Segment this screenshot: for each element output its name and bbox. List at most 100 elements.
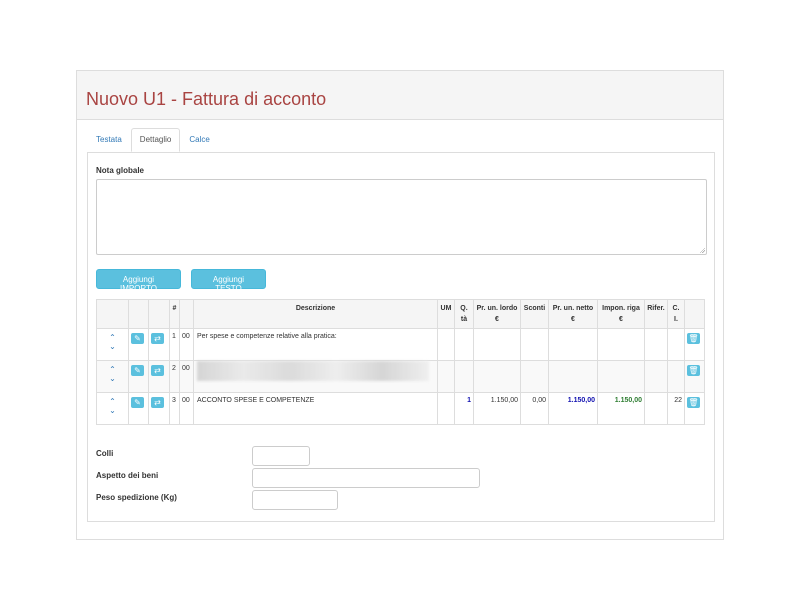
add-importo-button[interactable]: Aggiungi IMPORTO bbox=[96, 269, 181, 293]
row-rifer bbox=[644, 328, 668, 361]
tab-bar: Testata Dettaglio Calce bbox=[87, 128, 219, 152]
row-descrizione: ACCONTO SPESE E COMPETENZE bbox=[193, 392, 438, 425]
table-row: ⌃ ⌄ ✎ ⇄ 1 00 Per spese e competenze rela… bbox=[96, 328, 705, 361]
col-header-pr-lordo: Pr. un. lordo € bbox=[473, 299, 521, 329]
delete-cell: 🗑 bbox=[684, 360, 705, 393]
col-header-pr-netto: Pr. un. netto € bbox=[548, 299, 598, 329]
nota-globale-textarea[interactable] bbox=[96, 179, 707, 255]
chevron-down-icon[interactable]: ⌄ bbox=[99, 406, 126, 415]
row-ci: 22 bbox=[667, 392, 685, 425]
row-qta bbox=[454, 328, 474, 361]
col-header-rifer: Rifer. bbox=[644, 299, 668, 329]
delete-cell: 🗑 bbox=[684, 328, 705, 361]
shuffle-icon[interactable]: ⇄ bbox=[151, 397, 164, 408]
peso-spedizione-label: Peso spedizione (Kg) bbox=[96, 493, 177, 502]
aspetto-beni-input[interactable] bbox=[252, 468, 480, 488]
chevron-down-icon[interactable]: ⌄ bbox=[99, 374, 126, 383]
nota-globale-label: Nota globale bbox=[96, 166, 145, 175]
row-code: 00 bbox=[179, 328, 194, 361]
row-pr-lordo bbox=[473, 328, 521, 361]
shuffle-cell: ⇄ bbox=[148, 392, 170, 425]
edit-cell: ✎ bbox=[128, 392, 149, 425]
page-title: Nuovo U1 - Fattura di acconto bbox=[86, 89, 327, 109]
table-header-row: # Descrizione UM Q. tà Pr. un. lordo € S… bbox=[96, 299, 705, 329]
row-code: 00 bbox=[179, 360, 194, 393]
trash-icon[interactable]: 🗑 bbox=[687, 365, 700, 376]
row-sconti bbox=[520, 360, 549, 393]
col-header-impon: Impon. riga € bbox=[597, 299, 645, 329]
chevron-down-icon[interactable]: ⌄ bbox=[99, 342, 126, 351]
col-header-move bbox=[96, 299, 129, 329]
invoice-panel: Nuovo U1 - Fattura di acconto Testata De… bbox=[76, 70, 724, 540]
col-header-qta: Q. tà bbox=[454, 299, 474, 329]
row-pr-lordo bbox=[473, 360, 521, 393]
tab-testata[interactable]: Testata bbox=[87, 128, 131, 152]
row-descrizione: Per spese e competenze relative alla pra… bbox=[193, 328, 438, 361]
shuffle-icon[interactable]: ⇄ bbox=[151, 365, 164, 376]
row-descrizione-redacted bbox=[193, 360, 438, 393]
move-cell: ⌃ ⌄ bbox=[96, 328, 129, 361]
col-header-shuffle bbox=[148, 299, 170, 329]
row-um bbox=[437, 328, 455, 361]
delete-cell: 🗑 bbox=[684, 392, 705, 425]
move-cell: ⌃ ⌄ bbox=[96, 392, 129, 425]
detail-table: # Descrizione UM Q. tà Pr. un. lordo € S… bbox=[96, 299, 705, 425]
col-header-num: # bbox=[169, 299, 180, 329]
move-cell: ⌃ ⌄ bbox=[96, 360, 129, 393]
row-qta: 1 bbox=[454, 392, 474, 425]
row-rifer bbox=[644, 392, 668, 425]
peso-spedizione-input[interactable] bbox=[252, 490, 338, 510]
row-impon bbox=[597, 328, 645, 361]
chevron-up-icon[interactable]: ⌃ bbox=[99, 333, 126, 342]
colli-input[interactable] bbox=[252, 446, 310, 466]
row-sconti: 0,00 bbox=[520, 392, 549, 425]
tab-content-dettaglio: Nota globale Aggiungi IMPORTO Aggiungi T… bbox=[87, 152, 715, 522]
row-pr-netto bbox=[548, 328, 598, 361]
edit-icon[interactable]: ✎ bbox=[131, 365, 144, 376]
trash-icon[interactable]: 🗑 bbox=[687, 397, 700, 408]
row-pr-netto: 1.150,00 bbox=[548, 392, 598, 425]
row-um bbox=[437, 392, 455, 425]
row-um bbox=[437, 360, 455, 393]
shuffle-cell: ⇄ bbox=[148, 328, 170, 361]
table-row: ⌃ ⌄ ✎ ⇄ 3 00 ACCONTO SPESE E COMPETENZE … bbox=[96, 392, 705, 425]
row-num: 2 bbox=[169, 360, 180, 393]
shuffle-icon[interactable]: ⇄ bbox=[151, 333, 164, 344]
trash-icon[interactable]: 🗑 bbox=[687, 333, 700, 344]
col-header-code bbox=[179, 299, 194, 329]
col-header-edit bbox=[128, 299, 149, 329]
col-header-um: UM bbox=[437, 299, 455, 329]
row-qta bbox=[454, 360, 474, 393]
chevron-up-icon[interactable]: ⌃ bbox=[99, 365, 126, 374]
row-ci bbox=[667, 360, 685, 393]
row-num: 1 bbox=[169, 328, 180, 361]
table-row: ⌃ ⌄ ✎ ⇄ 2 00 🗑 bbox=[96, 360, 705, 393]
aspetto-beni-label: Aspetto dei beni bbox=[96, 471, 159, 480]
chevron-up-icon[interactable]: ⌃ bbox=[99, 397, 126, 406]
resize-handle-icon[interactable] bbox=[699, 247, 705, 253]
row-pr-lordo: 1.150,00 bbox=[473, 392, 521, 425]
row-ci bbox=[667, 328, 685, 361]
col-header-delete bbox=[684, 299, 705, 329]
row-rifer bbox=[644, 360, 668, 393]
row-impon bbox=[597, 360, 645, 393]
col-header-sconti: Sconti bbox=[520, 299, 549, 329]
col-header-descrizione: Descrizione bbox=[193, 299, 438, 329]
row-code: 00 bbox=[179, 392, 194, 425]
colli-label: Colli bbox=[96, 449, 114, 458]
edit-icon[interactable]: ✎ bbox=[131, 333, 144, 344]
tab-calce[interactable]: Calce bbox=[180, 128, 218, 152]
row-num: 3 bbox=[169, 392, 180, 425]
edit-icon[interactable]: ✎ bbox=[131, 397, 144, 408]
edit-cell: ✎ bbox=[128, 328, 149, 361]
edit-cell: ✎ bbox=[128, 360, 149, 393]
redacted-text bbox=[197, 361, 429, 381]
shuffle-cell: ⇄ bbox=[148, 360, 170, 393]
row-sconti bbox=[520, 328, 549, 361]
add-testo-button[interactable]: Aggiungi TESTO bbox=[191, 269, 266, 293]
tab-dettaglio[interactable]: Dettaglio bbox=[130, 128, 181, 152]
col-header-ci: C. I. bbox=[667, 299, 685, 329]
row-impon: 1.150,00 bbox=[597, 392, 645, 425]
row-pr-netto bbox=[548, 360, 598, 393]
panel-header: Nuovo U1 - Fattura di acconto bbox=[77, 71, 723, 120]
